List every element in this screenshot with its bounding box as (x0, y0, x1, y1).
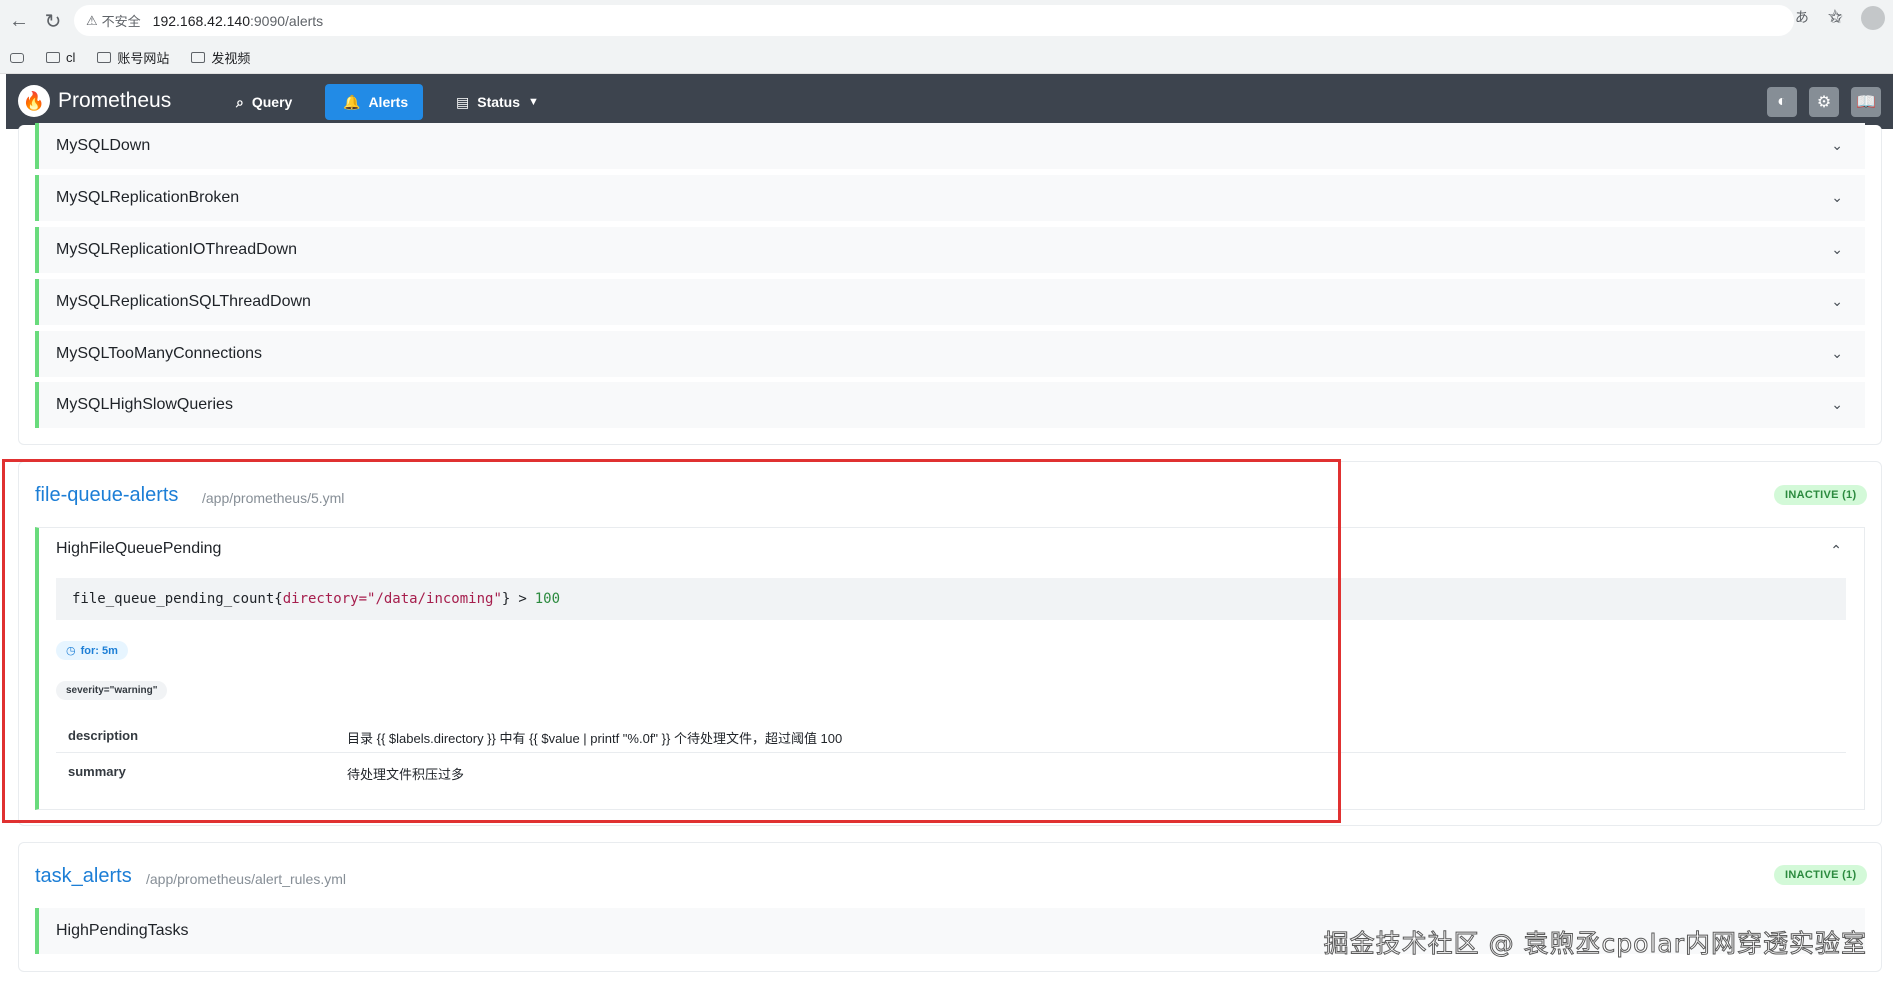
chevron-down-icon: ▼ (528, 96, 539, 108)
table-row: summary 待处理文件积压过多 (68, 764, 465, 782)
folder-icon (191, 52, 206, 63)
chevron-down-icon: ⌄ (1831, 396, 1843, 412)
table-row: description 目录 {{ $labels.directory }} 中… (56, 717, 1846, 753)
settings-button[interactable]: ⚙ (1809, 87, 1839, 117)
bookmark-folder-accounts[interactable]: 账号网站 (97, 48, 169, 67)
translate-icon[interactable]: あ (1795, 7, 1809, 27)
rule-row[interactable]: MySQLReplicationIOThreadDown ⌄ (35, 227, 1865, 273)
chevron-down-icon: ⌄ (1831, 241, 1843, 257)
clock-icon: ◷ (66, 645, 76, 657)
rule-row[interactable]: MySQLReplicationBroken ⌄ (35, 175, 1865, 221)
chevron-down-icon: ⌄ (1831, 137, 1843, 153)
watermark: 掘金技术社区 @ 袁煦丞cpolar内网穿透实验室 (1323, 929, 1867, 959)
reload-icon[interactable]: ↻ (36, 4, 70, 38)
for-duration-badge: ◷ for: 5m (56, 641, 128, 660)
book-icon: 📖 (1856, 94, 1876, 111)
rule-expression: file_queue_pending_count{directory= "/dat… (56, 578, 1846, 620)
rule-row[interactable]: MySQLReplicationSQLThreadDown ⌄ (35, 279, 1865, 325)
rule-row[interactable]: MySQLTooManyConnections ⌄ (35, 331, 1865, 377)
group-file-path: /app/prometheus/alert_rules.yml (146, 871, 346, 887)
rule-name[interactable]: HighFileQueuePending (56, 540, 221, 558)
rule-row[interactable]: MySQLDown ⌄ (35, 123, 1865, 169)
prometheus-navbar: 🔥 Prometheus ⌕ Query 🔔 Alerts ▤ Status ▼… (6, 74, 1893, 129)
group-title: task_alerts (35, 865, 132, 887)
server-icon: ▤ (456, 93, 470, 110)
favorites-icon[interactable]: ✩ (1830, 8, 1843, 28)
browser-toolbar: ← ↻ ⚠ 不安全 192.168.42.140:9090/alerts あ ☆… (0, 0, 1893, 42)
warning-triangle-icon: ⚠ (86, 12, 98, 28)
bookmarks-bar: cl 账号网站 发视频 (0, 42, 1893, 74)
address-bar[interactable]: ⚠ 不安全 192.168.42.140:9090/alerts (74, 5, 1794, 36)
gear-icon: ⚙ (1816, 94, 1832, 111)
prometheus-logo-icon[interactable]: 🔥 (18, 85, 50, 117)
chevron-down-icon: ⌄ (1831, 345, 1843, 361)
expanded-rule: HighFileQueuePending ⌃ file_queue_pendin… (35, 527, 1865, 810)
contrast-icon: ◐ (1777, 93, 1787, 110)
url-host: 192.168.42.140 (152, 12, 250, 29)
annotations-table: description 目录 {{ $labels.directory }} 中… (56, 717, 1846, 789)
profile-avatar[interactable] (1861, 6, 1885, 30)
brand-title[interactable]: Prometheus (58, 89, 171, 113)
chevron-up-icon[interactable]: ⌃ (1830, 542, 1842, 559)
search-icon: ⌕ (236, 93, 244, 110)
nav-query[interactable]: ⌕ Query (218, 84, 310, 120)
rule-row[interactable]: MySQLHighSlowQueries ⌄ (35, 382, 1865, 428)
nav-status[interactable]: ▤ Status ▼ (438, 84, 557, 120)
bell-icon: 🔔 (343, 93, 361, 110)
group-file-path: /app/prometheus/5.yml (202, 490, 345, 506)
group-title: file-queue-alerts (35, 484, 179, 506)
url-path: :9090/alerts (250, 12, 324, 29)
chevron-down-icon: ⌄ (1831, 189, 1843, 205)
bookmark-folder-cl[interactable]: cl (46, 50, 75, 65)
bookmark-folder-videos[interactable]: 发视频 (191, 48, 250, 67)
insecure-label: 不安全 (101, 14, 141, 29)
apps-icon[interactable] (10, 52, 24, 63)
theme-toggle-button[interactable]: ◐ (1767, 87, 1797, 117)
status-badge: INACTIVE (1) (1774, 865, 1868, 885)
folder-icon (97, 52, 112, 63)
docs-button[interactable]: 📖 (1851, 87, 1881, 117)
folder-icon (46, 52, 60, 63)
back-arrow-icon[interactable]: ← (2, 4, 36, 38)
status-badge: INACTIVE (1) (1774, 485, 1868, 505)
nav-alerts[interactable]: 🔔 Alerts (325, 84, 423, 120)
label-badge: severity="warning" (56, 681, 168, 700)
chevron-down-icon: ⌄ (1831, 293, 1843, 309)
